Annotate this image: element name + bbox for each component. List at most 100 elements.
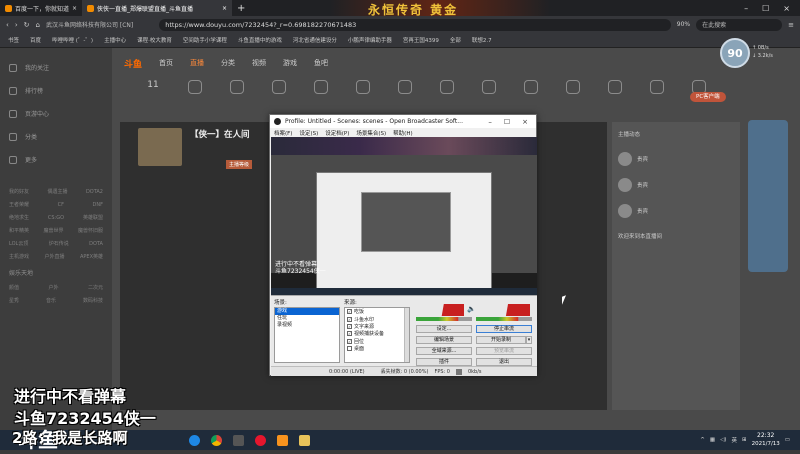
nav-home[interactable]: 首页	[159, 58, 173, 68]
promo-sidebar[interactable]	[748, 120, 788, 272]
notification-icon[interactable]: ▭	[785, 437, 790, 443]
category-link[interactable]: DOTA	[89, 241, 103, 247]
bookmark-item[interactable]: 河北省通信建设分	[293, 36, 337, 44]
sidebar-item-more[interactable]: 更多	[0, 148, 112, 171]
category-link[interactable]: 魔兽世界	[43, 227, 63, 234]
category-link[interactable]: 颜值	[9, 284, 19, 291]
settings-button[interactable]: 设定...	[416, 325, 472, 333]
category-link[interactable]: 王者荣耀	[9, 201, 29, 208]
nav-category[interactable]: 分类	[221, 58, 235, 68]
desktop-volume-meter[interactable]	[478, 304, 530, 316]
recording-dropdown-icon[interactable]: ▾	[526, 336, 532, 344]
bookmark-item[interactable]: 主播中心	[104, 36, 126, 44]
source-item[interactable]: ✓ 吃饭	[345, 308, 409, 315]
mic-volume-meter[interactable]	[416, 304, 464, 316]
start-recording-button[interactable]: 开始录制	[476, 336, 526, 344]
browser-tab-active[interactable]: 侠侠一直播_郑爆联盟直播_斗鱼直播 ×	[82, 0, 233, 16]
category-link[interactable]: 主机游戏	[9, 253, 29, 260]
checkbox-icon[interactable]: ✓	[347, 331, 352, 337]
category-link[interactable]: CS:GO	[48, 215, 64, 221]
volume-icon[interactable]: ◁)	[720, 437, 726, 443]
menu-item-settings[interactable]: 设定(S)	[299, 129, 318, 137]
category-link[interactable]: APEX英雄	[80, 253, 103, 260]
site-logo[interactable]: 斗鱼	[124, 57, 142, 70]
taskbar-app[interactable]	[249, 430, 271, 450]
bookmark-item[interactable]: 百度	[30, 36, 41, 44]
nav-video[interactable]: 视频	[252, 58, 266, 68]
close-window-icon[interactable]: ×	[783, 4, 790, 13]
taskbar-app[interactable]	[205, 430, 227, 450]
bookmark-item[interactable]: 课程·校大教育	[137, 36, 172, 44]
stop-stream-button[interactable]: 停止串流	[476, 325, 532, 333]
quick-icon[interactable]	[596, 80, 634, 120]
speaker-icon[interactable]: 🔈	[467, 305, 476, 313]
source-item[interactable]: ✓ 斗鱼水印	[345, 315, 409, 323]
menu-item-scene-collection[interactable]: 场景集合(S)	[356, 129, 386, 137]
quick-icon[interactable]	[176, 80, 214, 120]
nav-game[interactable]: 游戏	[283, 58, 297, 68]
new-tab-button[interactable]: +	[232, 0, 250, 16]
global-sources-button[interactable]: 全域来源...	[416, 347, 472, 355]
bookmark-item[interactable]: 空间助手小学课程	[183, 36, 227, 44]
bookmark-item[interactable]: 斗鱼直播中的游戏	[238, 36, 282, 44]
maximize-icon[interactable]: ☐	[762, 4, 769, 13]
category-link[interactable]: 音乐	[46, 297, 56, 304]
avatar[interactable]	[618, 152, 632, 166]
source-item[interactable]: ✓ 视频捕获设备	[345, 330, 409, 337]
menu-item-profile[interactable]: 设定档(P)	[325, 129, 349, 137]
back-icon[interactable]: ‹	[6, 21, 9, 29]
quick-icon[interactable]	[218, 80, 256, 120]
category-link[interactable]: 二次元	[88, 284, 103, 291]
checkbox-icon[interactable]: ✓	[347, 338, 352, 344]
sources-scrollbar[interactable]	[404, 308, 409, 362]
bookmark-item[interactable]: 小鹏声律编助手器	[348, 36, 392, 44]
streamer-avatar[interactable]	[138, 128, 182, 166]
category-link[interactable]: DOTA2	[86, 189, 103, 195]
category-link[interactable]: CF	[58, 202, 64, 208]
sidebar-item-follow[interactable]: 我的关注	[0, 56, 112, 79]
nav-fishbar[interactable]: 鱼吧	[314, 58, 328, 68]
taskbar-app[interactable]	[293, 430, 315, 450]
category-link[interactable]: 炉石传说	[49, 240, 69, 247]
sidebar-item-rank[interactable]: 排行榜	[0, 79, 112, 102]
scene-item[interactable]: 游戏	[275, 308, 339, 315]
category-link[interactable]: 数码科技	[83, 297, 103, 304]
category-link[interactable]: DNF	[93, 202, 103, 208]
bookmark-item[interactable]: 全部	[450, 36, 461, 44]
avatar[interactable]	[618, 204, 632, 218]
search-field[interactable]: 在此搜索	[696, 18, 783, 31]
category-link[interactable]: 户外	[48, 284, 58, 291]
category-link[interactable]: 英雄联盟	[83, 214, 103, 221]
site-security-badge[interactable]: 武汉斗鱼网络科技有限公司 [CN]	[46, 20, 133, 29]
scene-item[interactable]: 任玩	[275, 315, 339, 322]
sidebar-item-category[interactable]: 分类	[0, 125, 112, 148]
checkbox-icon[interactable]: ✓	[347, 309, 352, 315]
user-level-badge[interactable]: 90	[720, 38, 750, 68]
minimize-icon[interactable]: –	[744, 4, 748, 13]
category-link[interactable]: 偶遇主播	[47, 188, 67, 195]
close-icon[interactable]: ×	[222, 5, 227, 12]
category-link[interactable]: 和平精英	[9, 227, 29, 234]
maximize-icon[interactable]: ☐	[504, 118, 510, 126]
checkbox-icon[interactable]: ✓	[347, 323, 352, 329]
taskbar-app[interactable]	[227, 430, 249, 450]
taskbar-app[interactable]	[271, 430, 293, 450]
browser-tab[interactable]: 百度一下，你就知道 ×	[0, 0, 82, 16]
scene-item[interactable]: 录视频	[275, 322, 339, 329]
forward-icon[interactable]: ›	[15, 21, 18, 29]
sidebar-item-games[interactable]: 页游中心	[0, 102, 112, 125]
bookmark-item[interactable]: 联想2.7	[472, 36, 492, 44]
sources-list[interactable]: ✓ 吃饭 ✓ 斗鱼水印 ✓ 文字来源 ✓ 视频捕获设备 ✓ 回位 桌面	[344, 307, 410, 363]
category-link[interactable]: LOL云顶	[9, 240, 28, 247]
scenes-list[interactable]: 游戏 任玩 录视频	[274, 307, 340, 363]
clock[interactable]: 22:32 2021/7/13	[752, 432, 780, 448]
nav-live[interactable]: 直播	[190, 58, 204, 68]
bookmark-item[interactable]: 哔哩哔哩 (゜-゜)	[52, 36, 93, 44]
home-icon[interactable]: ⌂	[36, 21, 40, 29]
source-item[interactable]: 桌面	[345, 345, 409, 352]
grid-icon[interactable]: ⊞	[742, 437, 747, 443]
source-item[interactable]: ✓ 文字来源	[345, 323, 409, 330]
taskbar-app[interactable]	[183, 430, 205, 450]
menu-icon[interactable]: ≡	[788, 21, 794, 29]
edit-scene-button[interactable]: 编辑场景	[416, 336, 472, 344]
